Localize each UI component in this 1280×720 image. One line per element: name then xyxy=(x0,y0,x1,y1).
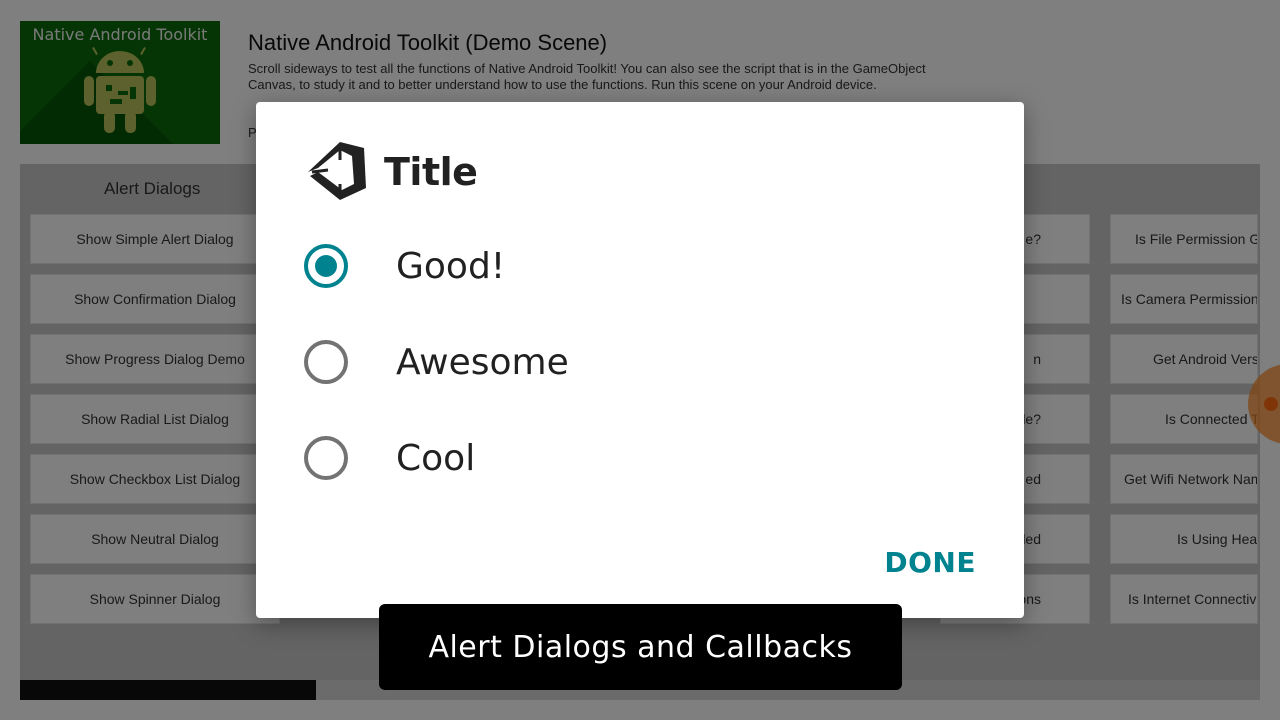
radio-unchecked-icon[interactable] xyxy=(304,340,348,384)
done-button[interactable]: DONE xyxy=(884,546,976,579)
dialog-title: Title xyxy=(384,150,478,194)
radio-unchecked-icon[interactable] xyxy=(304,436,348,480)
caption-text: Alert Dialogs and Callbacks xyxy=(428,629,853,665)
radio-option-good[interactable]: Good! xyxy=(304,234,944,298)
video-caption: Alert Dialogs and Callbacks xyxy=(379,604,902,690)
radio-option-label: Cool xyxy=(396,437,476,479)
radio-option-label: Awesome xyxy=(396,341,569,383)
radio-option-cool[interactable]: Cool xyxy=(304,426,944,490)
unity-logo-icon xyxy=(308,142,366,200)
radio-option-awesome[interactable]: Awesome xyxy=(304,330,944,394)
radio-option-label: Good! xyxy=(396,245,506,287)
radio-list-dialog: Title Good! Awesome Cool DONE xyxy=(256,102,1024,618)
radio-checked-icon[interactable] xyxy=(304,244,348,288)
